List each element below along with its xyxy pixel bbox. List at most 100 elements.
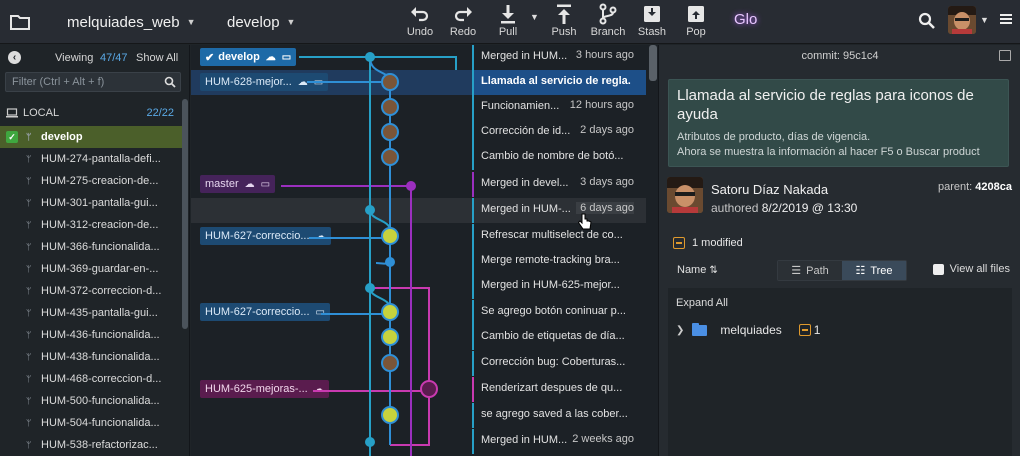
redo-icon bbox=[454, 7, 472, 22]
branch-icon: ᛘ bbox=[26, 242, 32, 252]
glo-boards-button[interactable]: Glo bbox=[734, 11, 757, 28]
folder-count: 1 bbox=[813, 323, 821, 337]
commit-avatar-identicon[interactable] bbox=[381, 328, 399, 346]
parent-label: parent: bbox=[937, 181, 973, 193]
branch-icon: ᛘ bbox=[26, 286, 32, 296]
sort-icon: ⇅ bbox=[709, 265, 718, 276]
commit-time: 2 days ago bbox=[580, 124, 634, 136]
commit-message: Se agrego botón coninuar p... bbox=[481, 305, 626, 317]
expand-all-link[interactable]: Expand All bbox=[676, 297, 728, 309]
stash-button[interactable]: Stash bbox=[630, 3, 674, 41]
push-label: Push bbox=[551, 26, 577, 38]
branch-label: HUM-538-refactorizac... bbox=[41, 439, 158, 451]
branch-label: HUM-366-funcionalida... bbox=[41, 241, 160, 253]
pop-button[interactable]: Pop bbox=[674, 3, 718, 41]
undo-button[interactable]: Undo bbox=[398, 3, 442, 41]
branch-item[interactable]: ᛘ HUM-438-funcionalida... bbox=[0, 346, 182, 368]
commit-message: Renderizart despues de qu... bbox=[481, 382, 623, 394]
commit-message: se agrego saved a las cober... bbox=[481, 408, 628, 420]
authored-line: authored 8/2/2019 @ 13:30 bbox=[711, 201, 857, 215]
commit-avatar[interactable] bbox=[381, 73, 399, 91]
commit-message: Llamada al servicio de regla... bbox=[481, 75, 631, 87]
commit-avatar[interactable] bbox=[381, 123, 399, 141]
author-avatar bbox=[667, 177, 703, 213]
branch-item[interactable]: ᛘ HUM-312-creacion-de... bbox=[0, 214, 182, 236]
repo-folder-button[interactable] bbox=[0, 0, 40, 44]
file-tree: Expand All ❯ melquiades 1 bbox=[668, 288, 1012, 456]
chevron-down-icon[interactable]: ▼ bbox=[980, 15, 989, 25]
parent-sha[interactable]: 4208ca bbox=[975, 181, 1012, 193]
local-count: 22/22 bbox=[146, 107, 174, 119]
branch-item[interactable]: ᛘ HUM-538-refactorizac... bbox=[0, 434, 182, 456]
branch-icon: ᛘ bbox=[26, 264, 32, 274]
branch-item[interactable]: ᛘ HUM-301-pantalla-gui... bbox=[0, 192, 182, 214]
show-all-link[interactable]: Show All bbox=[136, 52, 178, 64]
viewing-label: Viewing bbox=[55, 52, 94, 64]
branch-item[interactable]: ᛘ HUM-500-funcionalida... bbox=[0, 390, 182, 412]
branch-icon: ᛘ bbox=[26, 418, 32, 428]
branch-item[interactable]: ᛘ HUM-436-funcionalida... bbox=[0, 324, 182, 346]
commit-body: Atributos de producto, días de vigencia.… bbox=[677, 130, 1000, 160]
path-view-button[interactable]: ☰ Path bbox=[778, 261, 842, 280]
branch-item[interactable]: ᛘ HUM-366-funcionalida... bbox=[0, 236, 182, 258]
branch-icon: ᛘ bbox=[26, 198, 32, 208]
commit-avatar[interactable] bbox=[381, 98, 399, 116]
branch-item[interactable]: ᛘ HUM-274-pantalla-defi... bbox=[0, 148, 182, 170]
branch-item[interactable]: ᛘ HUM-468-correccion-d... bbox=[0, 368, 182, 390]
commit-body-line: Atributos de producto, días de vigencia. bbox=[677, 131, 871, 143]
branch-label: develop bbox=[41, 131, 83, 143]
commit-message-box[interactable]: Llamada al servicio de reglas para icono… bbox=[668, 79, 1009, 167]
branch-label: HUM-301-pantalla-gui... bbox=[41, 197, 158, 209]
commit-avatar-identicon[interactable] bbox=[381, 406, 399, 424]
authored-label: authored bbox=[711, 201, 759, 215]
pull-options-caret[interactable]: ▼ bbox=[530, 12, 539, 22]
commit-avatar[interactable] bbox=[381, 354, 399, 372]
search-icon[interactable] bbox=[918, 12, 936, 30]
push-button[interactable]: Push bbox=[542, 3, 586, 41]
graph-scrollbar[interactable] bbox=[649, 45, 657, 81]
commit-avatar-identicon[interactable] bbox=[381, 227, 399, 245]
commit-sha[interactable]: 95c1c4 bbox=[843, 50, 878, 62]
repo-name: melquiades_web bbox=[67, 13, 180, 31]
open-external-icon[interactable] bbox=[999, 50, 1011, 61]
chevron-right-icon[interactable]: ❯ bbox=[676, 325, 684, 336]
name-sort-button[interactable]: Name ⇅ bbox=[677, 264, 718, 276]
branch-item-develop[interactable]: ✓ ᛘ develop bbox=[0, 126, 182, 148]
push-icon bbox=[557, 4, 571, 24]
authored-date: 8/2/2019 @ 13:30 bbox=[761, 201, 858, 215]
view-all-files-toggle[interactable]: View all files bbox=[932, 263, 1010, 275]
branch-item[interactable]: ᛘ HUM-435-pantalla-gui... bbox=[0, 302, 182, 324]
tree-view-button[interactable]: ☷ Tree bbox=[842, 261, 906, 280]
commit-body-line: Ahora se muestra la información al hacer… bbox=[677, 146, 980, 158]
viewing-count: 47/47 bbox=[100, 52, 128, 64]
pull-button[interactable]: Pull bbox=[486, 3, 530, 41]
checkbox[interactable] bbox=[932, 263, 944, 275]
repo-selector[interactable]: melquiades_web ▼ bbox=[67, 0, 196, 44]
branch-item[interactable]: ᛘ HUM-275-creacion-de... bbox=[0, 170, 182, 192]
hamburger-menu-icon[interactable] bbox=[1000, 12, 1012, 26]
branch-icon: ᛘ bbox=[26, 330, 32, 340]
branch-filter-input[interactable]: Filter (Ctrl + Alt + f) bbox=[5, 72, 181, 92]
redo-button[interactable]: Redo bbox=[441, 3, 485, 41]
commit-avatar-identicon[interactable] bbox=[420, 380, 438, 398]
local-section-header[interactable]: LOCAL 22/22 bbox=[0, 103, 182, 123]
author-name: Satoru Díaz Nakada bbox=[711, 182, 829, 197]
branch-icon bbox=[599, 3, 617, 25]
view-toggle: ☰ Path ☷ Tree bbox=[777, 260, 907, 281]
branch-item[interactable]: ᛘ HUM-504-funcionalida... bbox=[0, 412, 182, 434]
tree-folder-row[interactable]: ❯ melquiades 1 bbox=[676, 322, 821, 337]
branch-selector[interactable]: develop ▼ bbox=[227, 0, 295, 44]
chevron-left-icon[interactable]: ‹ bbox=[8, 51, 21, 64]
modified-count: 1 modified bbox=[692, 237, 743, 249]
branch-button[interactable]: Branch bbox=[586, 3, 630, 41]
branch-item[interactable]: ᛘ HUM-369-guardar-en-... bbox=[0, 258, 182, 280]
folder-name: melquiades bbox=[720, 323, 782, 337]
left-scrollbar[interactable] bbox=[182, 99, 188, 329]
branch-icon: ᛘ bbox=[26, 396, 32, 406]
commit-avatar[interactable] bbox=[381, 148, 399, 166]
branch-item[interactable]: ᛘ HUM-372-correccion-d... bbox=[0, 280, 182, 302]
stash-icon bbox=[644, 6, 660, 22]
commit-time: 2 weeks ago bbox=[572, 433, 634, 445]
user-avatar[interactable] bbox=[948, 6, 976, 34]
commit-avatar-identicon[interactable] bbox=[381, 303, 399, 321]
